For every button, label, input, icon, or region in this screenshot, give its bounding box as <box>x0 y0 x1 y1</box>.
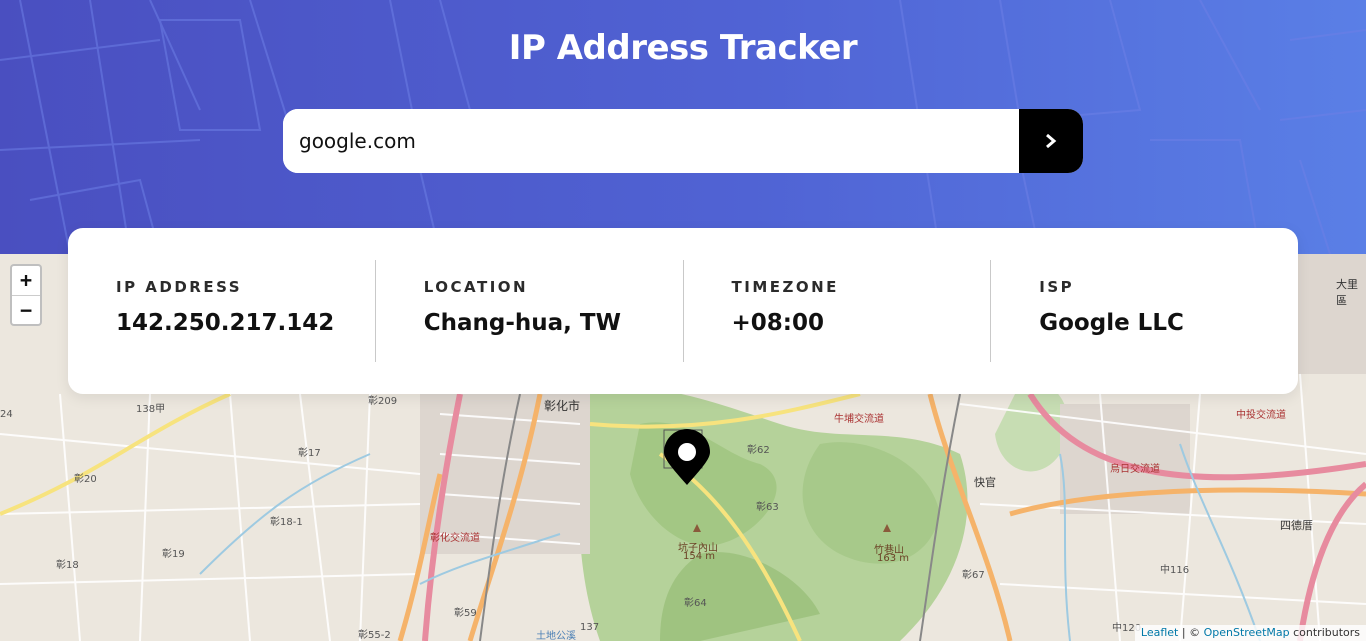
search-input[interactable] <box>283 109 1019 173</box>
zoom-control: + − <box>10 264 42 326</box>
isp-cell: ISP Google LLC <box>990 260 1298 362</box>
map-label: 土地公溪 <box>536 631 576 641</box>
map-label: 牛埔交流道 <box>834 414 884 425</box>
map-label: 彰18-1 <box>270 517 303 528</box>
location-value: Chang-hua, TW <box>423 310 621 336</box>
map-attribution: Leaflet | © OpenStreetMap contributors <box>1134 625 1366 641</box>
map-label: 彰59 <box>454 608 477 619</box>
header: IP Address Tracker <box>0 0 1366 254</box>
map-label: 彰18 <box>56 560 79 571</box>
map-label: 彰化交流道 <box>430 533 480 544</box>
map-label: 四德厝 <box>1280 519 1313 532</box>
osm-link[interactable]: OpenStreetMap <box>1204 626 1290 639</box>
isp-label: ISP <box>1039 278 1075 296</box>
search-submit-button[interactable] <box>1019 109 1083 173</box>
timezone-cell: TIMEZONE +08:00 <box>682 260 991 362</box>
timezone-value: +08:00 <box>731 310 824 336</box>
map-label: 快官 <box>974 476 996 489</box>
map-label: 彰64 <box>684 598 707 609</box>
search-form <box>283 109 1083 173</box>
ip-address-cell: IP ADDRESS 142.250.217.142 <box>68 260 375 362</box>
page-title: IP Address Tracker <box>508 28 858 68</box>
map-label: 彰55-2 <box>358 630 391 641</box>
map-label: 彰209 <box>368 396 398 407</box>
attribution-separator: | © <box>1178 626 1204 639</box>
map-label: 彰化市 <box>544 399 581 413</box>
map-label: 中投交流道 <box>1236 410 1286 421</box>
zoom-in-button[interactable]: + <box>12 266 40 296</box>
zoom-out-button[interactable]: − <box>12 296 40 325</box>
isp-value: Google LLC <box>1039 310 1184 336</box>
ip-address-value: 142.250.217.142 <box>116 310 335 336</box>
map-label: 彰67 <box>962 570 985 581</box>
map-label: 154 m <box>683 551 716 562</box>
map-label: 138甲 <box>136 404 166 415</box>
map-label: 137 <box>580 622 600 633</box>
map-label: 彰19 <box>162 549 185 560</box>
map-label: 烏日交流道 <box>1110 464 1160 475</box>
leaflet-link[interactable]: Leaflet <box>1141 626 1178 639</box>
chevron-right-icon <box>1046 133 1057 149</box>
map-label: 163 m <box>877 553 910 564</box>
ip-address-label: IP ADDRESS <box>116 278 243 296</box>
attribution-suffix: contributors <box>1289 626 1360 639</box>
map-label: 中116 <box>1160 565 1190 576</box>
map-label: 彰62 <box>747 445 770 456</box>
map-label: 彰17 <box>298 448 321 459</box>
timezone-label: TIMEZONE <box>731 278 839 296</box>
location-label: LOCATION <box>423 278 529 296</box>
map-label: 彰63 <box>756 502 779 513</box>
map-label: 24 <box>0 409 13 420</box>
map-label: 彰20 <box>74 474 97 485</box>
location-cell: LOCATION Chang-hua, TW <box>374 260 683 362</box>
info-card: IP ADDRESS 142.250.217.142 LOCATION Chan… <box>68 228 1298 394</box>
map-label: 大里區 <box>1336 278 1358 307</box>
